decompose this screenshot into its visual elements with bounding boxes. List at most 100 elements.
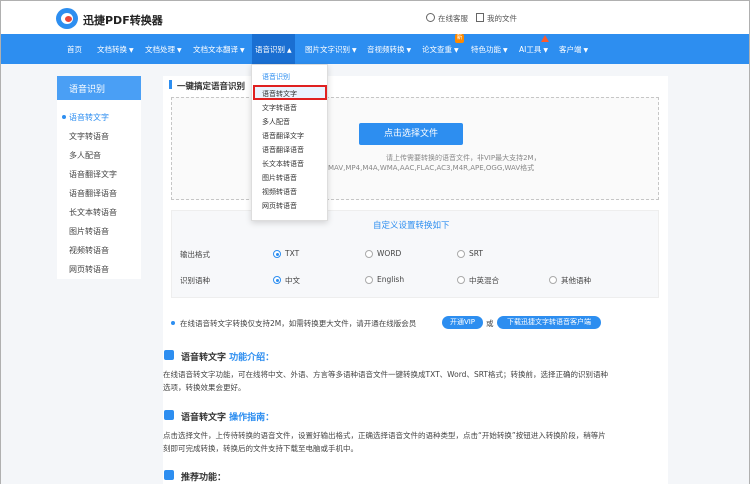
nav-home[interactable]: 首页: [67, 44, 82, 55]
top-bar: 迅捷PDF转换器 在线客服 我的文件: [1, 1, 749, 34]
chevron-down-icon: ▼: [583, 47, 589, 54]
dropdown-item-long-text-to-speech[interactable]: 长文本转语音: [262, 159, 304, 169]
guide-title-main: 语音转文字: [181, 413, 227, 423]
nav-label: 首页: [67, 45, 82, 54]
nav-label: 特色功能: [471, 45, 501, 54]
nav-plagiarism[interactable]: 论文查重 ▼: [422, 44, 459, 55]
sidebar-item-multi-dubbing[interactable]: 多人配音: [69, 150, 101, 161]
dropdown-item-web-to-speech[interactable]: 网页转语音: [262, 201, 297, 211]
guide-line-1: 点击选择文件，上传待转换的语音文件，设置好输出格式，正确选择语音文件的语种类型，…: [163, 431, 606, 440]
guide-line-2: 刻即可完成转换，转换后的文件支持下载至电脑或手机中。: [163, 444, 358, 453]
language-label: 识别语种: [180, 276, 210, 285]
section-title: 一键搞定语音识别: [177, 82, 246, 92]
sidebar-item-speech-translate-speech[interactable]: 语音翻译语音: [69, 188, 117, 199]
nav-label: 客户端: [559, 45, 582, 54]
chevron-down-icon: ▼: [406, 47, 412, 54]
brand-name[interactable]: 迅捷PDF转换器: [83, 12, 163, 28]
radio-english[interactable]: [365, 276, 373, 284]
dropdown-item-video-to-speech[interactable]: 视频转语音: [262, 187, 297, 197]
radio-other[interactable]: [549, 276, 557, 284]
active-dot-icon: [62, 115, 66, 119]
recommend-title: 推荐功能：: [181, 473, 227, 483]
my-files-link[interactable]: 我的文件: [476, 13, 517, 24]
nav-av-convert[interactable]: 音视频转换 ▼: [367, 44, 411, 55]
online-service-link[interactable]: 在线客服: [426, 13, 468, 24]
nav-doc-translate[interactable]: 文档文本翻译 ▼: [193, 44, 245, 55]
nav-client[interactable]: 客户端 ▼: [559, 44, 588, 55]
nav-label: 音视频转换: [367, 45, 405, 54]
sidebar-item-video-to-speech[interactable]: 视频转语音: [69, 245, 109, 256]
radio-word[interactable]: [365, 250, 373, 258]
main-nav: 首页 文档转换 ▼ 文档处理 ▼ 文档文本翻译 ▼ 语音识别 ▲ 图片文字识别 ▼ 音视频…: [1, 34, 749, 64]
upload-dropzone[interactable]: [171, 97, 659, 200]
intro-line-1: 在线语音转文字功能，可在线将中文、外语、方言等多语种语音文件一键转换成TXT、W…: [163, 370, 608, 379]
option-english-label: English: [377, 275, 405, 284]
logo-icon[interactable]: [56, 8, 78, 29]
nav-doc-convert[interactable]: 文档转换 ▼: [97, 44, 134, 55]
radio-mixed[interactable]: [457, 276, 465, 284]
radio-srt[interactable]: [457, 250, 465, 258]
nav-ocr[interactable]: 图片文字识别 ▼: [305, 44, 357, 55]
nav-label: 文档转换: [97, 45, 127, 54]
intro-title: 语音转文字 功能介绍：: [181, 350, 274, 363]
dropdown-header[interactable]: 语音识别: [262, 72, 290, 82]
sidebar-item-speech-translate-text[interactable]: 语音翻译文字: [69, 169, 117, 180]
nav-label: 图片文字识别: [305, 45, 350, 54]
online-service-label: 在线客服: [438, 14, 468, 23]
dropdown-item-speech-translate-text[interactable]: 语音翻译文字: [262, 131, 304, 141]
sidebar-item-long-text-to-speech[interactable]: 长文本转语音: [69, 207, 117, 218]
nav-label: 文档处理: [145, 45, 175, 54]
settings-title: 自定义设置转换如下: [373, 221, 450, 231]
upload-hint-size: 请上传需要转换的语音文件，非VIP最大支持2M，: [386, 154, 541, 162]
option-word-label: WORD: [377, 249, 402, 258]
guide-icon: [164, 410, 174, 420]
new-badge: 新: [455, 34, 464, 43]
chevron-down-icon: ▼: [503, 47, 508, 54]
sidebar-item-speech-to-text[interactable]: 语音转文字: [69, 112, 109, 123]
nav-features[interactable]: 特色功能 ▼: [471, 44, 508, 55]
select-file-button[interactable]: 点击选择文件: [359, 123, 463, 145]
recommend-icon: [164, 470, 174, 480]
my-files-label: 我的文件: [487, 14, 517, 23]
nav-ai-tools[interactable]: AI工具 ▼: [519, 44, 548, 55]
note-dot-icon: [171, 321, 175, 325]
dropdown-item-speech-to-text[interactable]: 语音转文字: [262, 89, 297, 99]
or-text: 或: [486, 319, 494, 328]
chevron-down-icon: ▼: [177, 47, 182, 54]
option-srt-label: SRT: [469, 249, 484, 258]
intro-icon: [164, 350, 174, 360]
dropdown-item-speech-translate-speech[interactable]: 语音翻译语音: [262, 145, 304, 155]
intro-title-sub: 功能介绍：: [226, 353, 275, 363]
sidebar-title: 语音识别: [57, 76, 141, 100]
section-marker: [169, 80, 172, 89]
sidebar-item-web-to-speech[interactable]: 网页转语音: [69, 264, 109, 275]
guide-title-sub: 操作指南：: [226, 413, 275, 423]
output-format-label: 输出格式: [180, 250, 210, 259]
nav-label: AI工具: [519, 45, 542, 54]
radio-chinese[interactable]: [273, 276, 281, 284]
chevron-up-icon: ▲: [287, 47, 292, 54]
intro-title-main: 语音转文字: [181, 353, 227, 363]
dropdown-item-image-to-speech[interactable]: 图片转语音: [262, 173, 297, 183]
dropdown-item-multi-dubbing[interactable]: 多人配音: [262, 117, 290, 127]
upload-hint-formats: MAV,MP4,M4A,WMA,AAC,FLAC,AC3,M4R,APE,OGG…: [328, 164, 535, 172]
open-vip-button[interactable]: 开通VIP: [442, 316, 483, 329]
download-client-button[interactable]: 下载迅捷文字转语音客户端: [497, 316, 601, 329]
option-chinese-label: 中文: [285, 276, 300, 285]
radio-txt[interactable]: [273, 250, 281, 258]
nav-label: 文档文本翻译: [193, 45, 238, 54]
nav-speech-recognition[interactable]: 语音识别 ▲: [252, 34, 295, 64]
nav-doc-process[interactable]: 文档处理 ▼: [145, 44, 182, 55]
nav-label: 语音识别: [255, 45, 285, 54]
chevron-down-icon: ▼: [454, 47, 459, 54]
size-limit-note: 在线语音转文字转换仅支持2M，如需转换更大文件，请开通在线版会员: [180, 319, 417, 328]
headset-icon: [426, 13, 435, 22]
option-other-label: 其他语种: [561, 276, 591, 285]
sidebar-item-image-to-speech[interactable]: 图片转语音: [69, 226, 109, 237]
option-mixed-label: 中英混合: [469, 276, 499, 285]
nav-label: 论文查重: [422, 45, 452, 54]
intro-line-2: 选项，转换效果会更好。: [163, 383, 246, 392]
dropdown-item-text-to-speech[interactable]: 文字转语音: [262, 103, 297, 113]
chevron-down-icon: ▼: [240, 47, 245, 54]
sidebar-item-text-to-speech[interactable]: 文字转语音: [69, 131, 109, 142]
